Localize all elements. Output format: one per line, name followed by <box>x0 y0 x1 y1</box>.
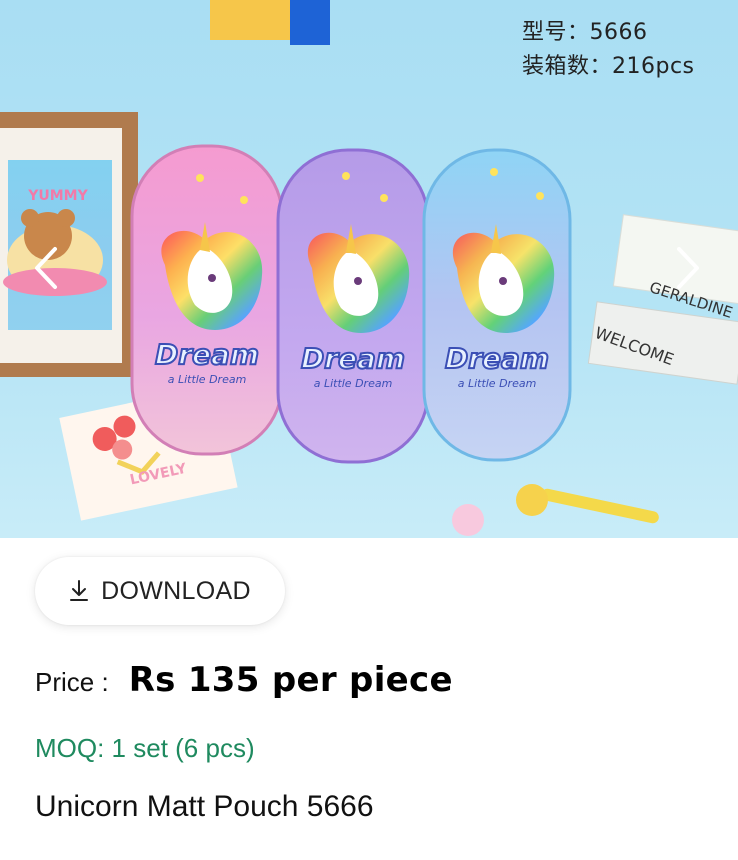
carousel-next-button[interactable] <box>668 240 708 300</box>
carousel-prev-button[interactable] <box>26 240 66 300</box>
svg-text:Dream: Dream <box>445 342 549 375</box>
download-icon <box>69 580 89 602</box>
carton-quantity-text: 装箱数：216pcs <box>522 54 695 79</box>
price-label: Price : <box>35 667 109 697</box>
product-image: YUMMY LOVELY GERALDINE WELCOME Dream a L… <box>0 0 738 538</box>
svg-text:YUMMY: YUMMY <box>27 188 88 204</box>
svg-text:Dream: Dream <box>301 342 405 375</box>
download-label: DOWNLOAD <box>101 576 251 605</box>
model-info-overlay: 型号：5666 装箱数：216pcs <box>522 16 695 84</box>
price-value: Rs 135 per piece <box>128 660 453 700</box>
svg-text:Dream: Dream <box>155 338 259 371</box>
chevron-left-icon <box>33 246 59 295</box>
product-name: Unicorn Matt Pouch 5666 <box>35 790 374 823</box>
svg-text:a Little Dream: a Little Dream <box>168 373 247 386</box>
model-number-text: 型号：5666 <box>522 20 648 45</box>
moq-text: MOQ: 1 set (6 pcs) <box>35 733 255 763</box>
price-row: Price : Rs 135 per piece <box>35 660 453 710</box>
download-button[interactable]: DOWNLOAD <box>35 557 285 625</box>
svg-text:a Little Dream: a Little Dream <box>458 377 537 390</box>
chevron-right-icon <box>675 246 701 295</box>
svg-text:a Little Dream: a Little Dream <box>314 377 393 390</box>
